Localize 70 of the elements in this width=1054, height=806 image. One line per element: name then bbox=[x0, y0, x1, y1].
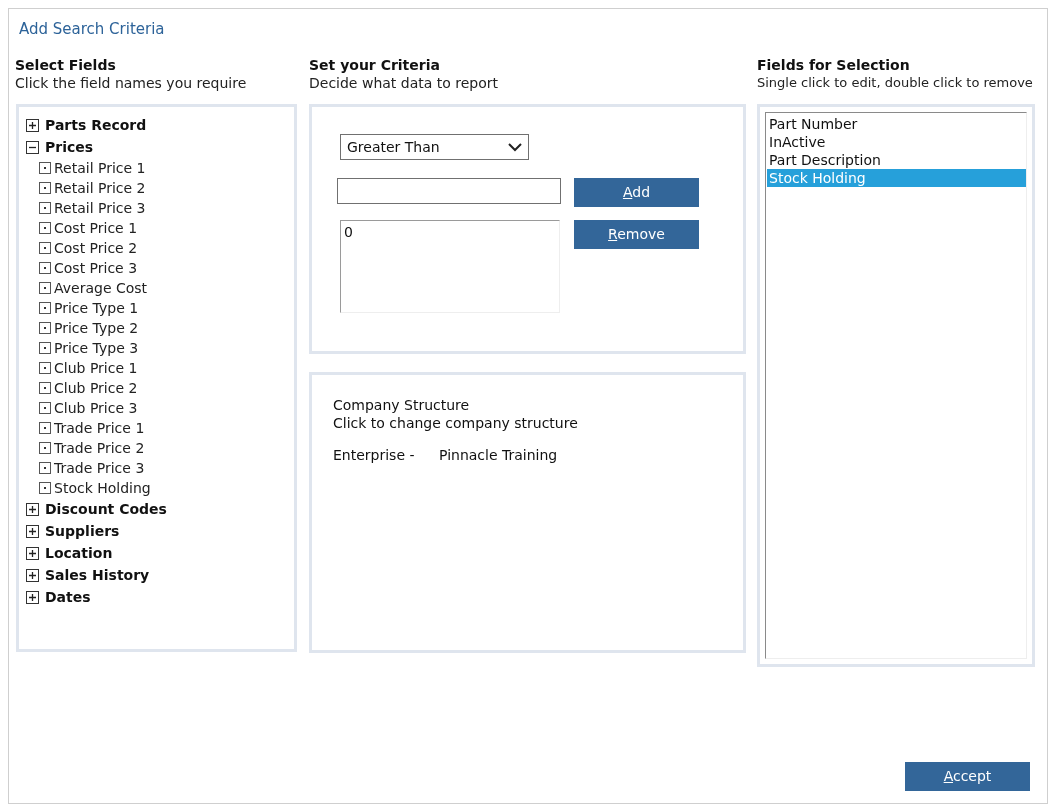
tree-item[interactable]: Price Type 3 bbox=[54, 337, 139, 359]
enterprise-label: Enterprise - bbox=[333, 446, 415, 464]
tree-group[interactable]: Dates bbox=[45, 586, 91, 608]
tree-group[interactable]: Prices bbox=[45, 136, 94, 158]
list-item[interactable]: Part Description bbox=[767, 151, 1026, 169]
tree-item[interactable]: Cost Price 1 bbox=[54, 217, 138, 239]
expand-icon[interactable] bbox=[26, 568, 39, 582]
tree-item[interactable]: Cost Price 2 bbox=[54, 237, 138, 259]
leaf-node-icon bbox=[39, 422, 51, 434]
action-button[interactable]: Remove bbox=[574, 220, 699, 249]
enterprise-value: Pinnacle Training bbox=[439, 446, 558, 464]
section-heading: Fields for Selection bbox=[757, 56, 911, 74]
leaf-node-icon bbox=[39, 262, 51, 274]
section-subtitle: Single click to edit, double click to remove bbox=[757, 74, 1034, 92]
list-value[interactable]: 0 bbox=[344, 223, 556, 241]
tree-item[interactable]: Retail Price 1 bbox=[54, 157, 146, 179]
window-title: Add Search Criteria bbox=[19, 19, 165, 40]
tree-item[interactable]: Club Price 1 bbox=[54, 357, 138, 379]
leaf-node-icon bbox=[39, 362, 51, 374]
leaf-node-icon bbox=[39, 202, 51, 214]
leaf-node-icon bbox=[39, 302, 51, 314]
expand-icon[interactable] bbox=[26, 502, 39, 516]
leaf-node-icon bbox=[39, 462, 51, 474]
leaf-node-icon bbox=[39, 162, 51, 174]
chevron-down-icon bbox=[508, 142, 522, 152]
tree-item[interactable]: Club Price 2 bbox=[54, 377, 138, 399]
section-heading: Select Fields bbox=[15, 56, 117, 74]
tree-item[interactable]: Trade Price 2 bbox=[54, 437, 145, 459]
tree-item[interactable]: Trade Price 3 bbox=[54, 457, 145, 479]
list-item[interactable]: InActive bbox=[767, 133, 1026, 151]
leaf-node-icon bbox=[39, 322, 51, 334]
tree-group[interactable]: Parts Record bbox=[45, 114, 147, 136]
leaf-node-icon bbox=[39, 182, 51, 194]
leaf-node-icon bbox=[39, 402, 51, 414]
leaf-node-icon bbox=[39, 382, 51, 394]
tree-item[interactable]: Price Type 1 bbox=[54, 297, 139, 319]
expand-icon[interactable] bbox=[26, 590, 39, 604]
tree-item[interactable]: Retail Price 2 bbox=[54, 177, 146, 199]
tree-group[interactable]: Discount Codes bbox=[45, 498, 167, 520]
expand-icon[interactable] bbox=[26, 546, 39, 560]
leaf-node-icon bbox=[39, 242, 51, 254]
leaf-node-icon bbox=[39, 482, 51, 494]
tree-group[interactable]: Sales History bbox=[45, 564, 150, 586]
action-button[interactable]: Add bbox=[574, 178, 699, 207]
section-subtitle: Decide what data to report bbox=[309, 74, 500, 92]
tree-item[interactable]: Retail Price 3 bbox=[54, 197, 146, 219]
tree-item[interactable]: Price Type 2 bbox=[54, 317, 139, 339]
tree-item[interactable]: Trade Price 1 bbox=[54, 417, 145, 439]
tree-item[interactable]: Stock Holding bbox=[54, 477, 151, 499]
company-link[interactable]: Click to change company structure bbox=[333, 414, 578, 432]
tree-item[interactable]: Club Price 3 bbox=[54, 397, 138, 419]
tree-item[interactable]: Cost Price 3 bbox=[54, 257, 138, 279]
values-list[interactable]: 0 bbox=[340, 220, 560, 313]
tree-group[interactable]: Location bbox=[45, 542, 113, 564]
expand-icon[interactable] bbox=[26, 524, 39, 538]
operator-dropdown[interactable]: Greater Than bbox=[340, 134, 529, 160]
leaf-node-icon bbox=[39, 282, 51, 294]
section-subtitle: Click the field names you require bbox=[15, 74, 248, 92]
collapse-icon[interactable] bbox=[26, 140, 39, 154]
leaf-node-icon bbox=[39, 222, 51, 234]
leaf-node-icon bbox=[39, 342, 51, 354]
accept-button[interactable]: Accept bbox=[905, 762, 1030, 791]
leaf-node-icon bbox=[39, 442, 51, 454]
expand-icon[interactable] bbox=[26, 118, 39, 132]
value-input-field[interactable] bbox=[337, 178, 561, 204]
section-heading: Set your Criteria bbox=[309, 56, 441, 74]
tree-item[interactable]: Average Cost bbox=[54, 277, 148, 299]
list-item[interactable]: Part Number bbox=[767, 115, 1026, 133]
tree-group[interactable]: Suppliers bbox=[45, 520, 120, 542]
company-heading: Company Structure bbox=[333, 396, 470, 414]
